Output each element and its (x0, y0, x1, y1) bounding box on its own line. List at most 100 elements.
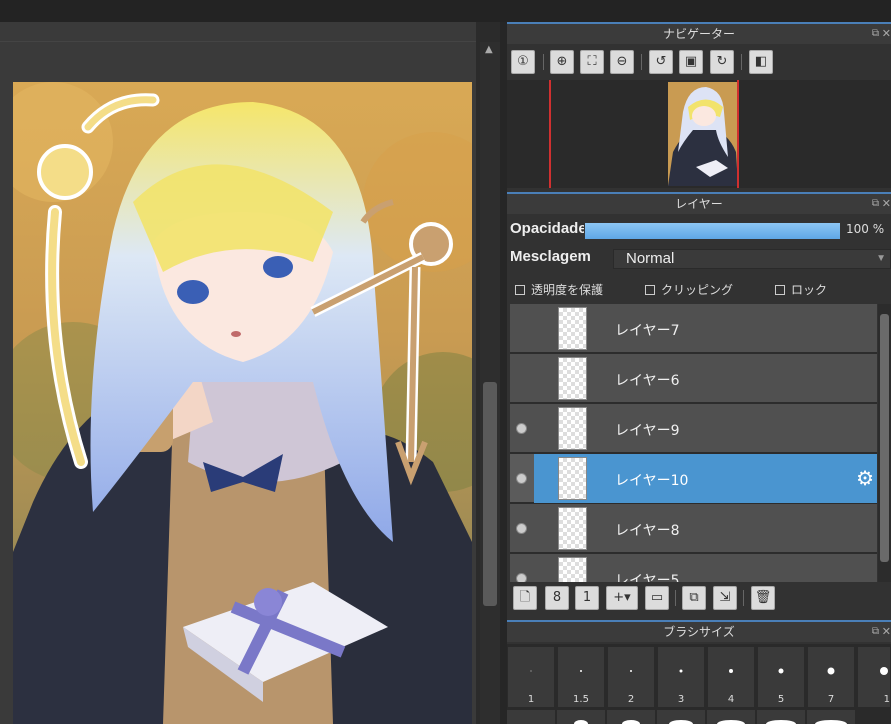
layer-row[interactable]: レイヤー8 (510, 504, 877, 553)
title-bar (0, 0, 891, 22)
artwork-illustration (13, 82, 472, 724)
layer-row[interactable]: レイヤー6 (510, 354, 877, 403)
lock-label: ロック (791, 283, 828, 297)
clipping-checkbox[interactable]: クリッピング (645, 281, 733, 298)
layer-row-selected[interactable]: レイヤー10 ⚙ (510, 454, 877, 503)
fit-icon[interactable]: ⛶ (580, 50, 604, 74)
close-icon[interactable]: ✕ (882, 194, 891, 214)
canvas-top-strip (0, 22, 476, 42)
brush-size-cell[interactable]: 3 (657, 646, 705, 708)
layer-thumbnail (558, 407, 587, 450)
brush-preview-dot (679, 669, 683, 673)
layer-panel-title: レイヤー (675, 197, 723, 211)
right-panels: ナビゲーター ⧉ ✕ ① ⊕ ⛶ ⊖ ↺ ▣ ↻ ◧ レイヤー ⧉ ✕ Opac… (507, 22, 891, 724)
scrollbar-thumb[interactable] (483, 382, 497, 606)
blend-mode-select[interactable]: Normal ▼ (613, 249, 891, 269)
brush-preview-dot (530, 670, 532, 672)
brush-size-cell[interactable]: 4 (707, 646, 755, 708)
visibility-toggle-icon[interactable] (516, 473, 527, 484)
brush-size-cell[interactable] (607, 710, 655, 724)
scrollbar-thumb[interactable] (880, 314, 889, 562)
brush-preview-dot (766, 720, 796, 724)
duplicate-layer-icon[interactable]: ⧉ (682, 586, 706, 610)
layer-thumbnail (558, 557, 587, 582)
visibility-toggle-icon[interactable] (516, 573, 527, 582)
toolbar-separator (543, 54, 544, 70)
navigator-header: ナビゲーター ⧉ ✕ (507, 22, 891, 44)
artwork-canvas[interactable] (13, 82, 472, 724)
checkbox-icon (515, 285, 525, 295)
popout-icon[interactable]: ⧉ (872, 622, 879, 642)
brush-preview-dot (622, 720, 640, 724)
navigator-thumbnail[interactable] (668, 82, 738, 186)
brush-size-label: 1 (883, 694, 890, 705)
brush-size-label: 2 (627, 694, 635, 705)
brush-size-cell[interactable] (557, 710, 605, 724)
checkbox-icon (645, 285, 655, 295)
viewport-marker-right (737, 80, 739, 188)
zoom-out-icon[interactable]: ⊖ (610, 50, 634, 74)
zoom-100-icon[interactable]: ① (511, 50, 535, 74)
brush-size-cell[interactable]: 1.5 (557, 646, 605, 708)
visibility-toggle-icon[interactable] (516, 423, 527, 434)
close-icon[interactable]: ✕ (882, 622, 891, 642)
brush-size-cell[interactable] (807, 710, 855, 724)
delete-layer-icon[interactable]: 🗑 (751, 586, 775, 610)
layer-name: レイヤー6 (615, 373, 680, 389)
brush-preview-dot (729, 669, 733, 673)
brush-size-cell[interactable]: 7 (807, 646, 855, 708)
lock-checkbox[interactable]: ロック (775, 281, 827, 298)
brush-size-label: 7 (827, 694, 835, 705)
clipping-label: クリッピング (661, 283, 734, 297)
layer-name: レイヤー5 (615, 573, 680, 582)
zoom-in-icon[interactable]: ⊕ (550, 50, 574, 74)
layer-name: レイヤー10 (615, 473, 689, 489)
new-8bit-layer-icon[interactable]: 8 (545, 586, 569, 610)
brush-size-cell[interactable] (757, 710, 805, 724)
brush-size-cell[interactable]: 1 (507, 646, 555, 708)
checkbox-icon (775, 285, 785, 295)
fit-window-icon[interactable]: ▣ (679, 50, 703, 74)
brush-size-cell[interactable]: 2 (607, 646, 655, 708)
new-layer-icon[interactable]: 🗋 (513, 586, 537, 610)
flip-icon[interactable]: ◧ (749, 50, 773, 74)
brush-size-title: ブラシサイズ (663, 625, 735, 639)
layer-thumbnail (558, 457, 587, 500)
brush-size-cell[interactable]: 5 (757, 646, 805, 708)
blend-label: Mesclagem (510, 248, 591, 265)
layer-row[interactable]: レイヤー9 (510, 404, 877, 453)
layer-list-scrollbar[interactable] (878, 304, 891, 582)
visibility-toggle-icon[interactable] (516, 523, 527, 534)
brush-size-cell[interactable]: 1 (857, 646, 891, 708)
navigator-preview[interactable] (507, 80, 891, 188)
layer-row[interactable]: レイヤー5 (510, 554, 877, 582)
add-layer-menu-icon[interactable]: +▾ (606, 586, 638, 610)
layer-row[interactable]: レイヤー7 (510, 304, 877, 353)
layer-list: レイヤー7 レイヤー6 レイヤー9 レイヤー10 ⚙ レイヤー8 レイヤー5 (510, 304, 877, 582)
popout-icon[interactable]: ⧉ (872, 194, 879, 214)
rotate-right-icon[interactable]: ↻ (710, 50, 734, 74)
popout-icon[interactable]: ⧉ (872, 24, 879, 44)
brush-preview-dot (669, 720, 693, 724)
canvas-vertical-scrollbar[interactable]: ▲ (480, 42, 500, 724)
brush-preview-dot (630, 670, 632, 672)
panel-divider[interactable] (500, 22, 507, 724)
close-icon[interactable]: ✕ (882, 24, 891, 44)
protect-alpha-checkbox[interactable]: 透明度を保護 (515, 281, 603, 298)
protect-alpha-label: 透明度を保護 (531, 283, 604, 297)
brush-preview-dot (879, 667, 888, 675)
gear-icon[interactable]: ⚙ (856, 466, 874, 490)
navigator-thumbnail-image (668, 82, 738, 186)
scroll-up-arrow-icon[interactable]: ▲ (485, 44, 493, 55)
blend-row: Mesclagem Normal ▼ (507, 246, 891, 270)
folder-icon[interactable]: ▭ (645, 586, 669, 610)
brush-preview-dot (580, 670, 582, 672)
merge-down-icon[interactable]: ⇲ (713, 586, 737, 610)
rotate-left-icon[interactable]: ↺ (649, 50, 673, 74)
brush-size-cell[interactable] (707, 710, 755, 724)
new-1bit-layer-icon[interactable]: 1 (575, 586, 599, 610)
opacity-slider[interactable] (584, 222, 841, 240)
brush-size-label: 1 (527, 694, 535, 705)
brush-size-cell[interactable] (507, 710, 555, 724)
brush-size-cell[interactable] (657, 710, 705, 724)
